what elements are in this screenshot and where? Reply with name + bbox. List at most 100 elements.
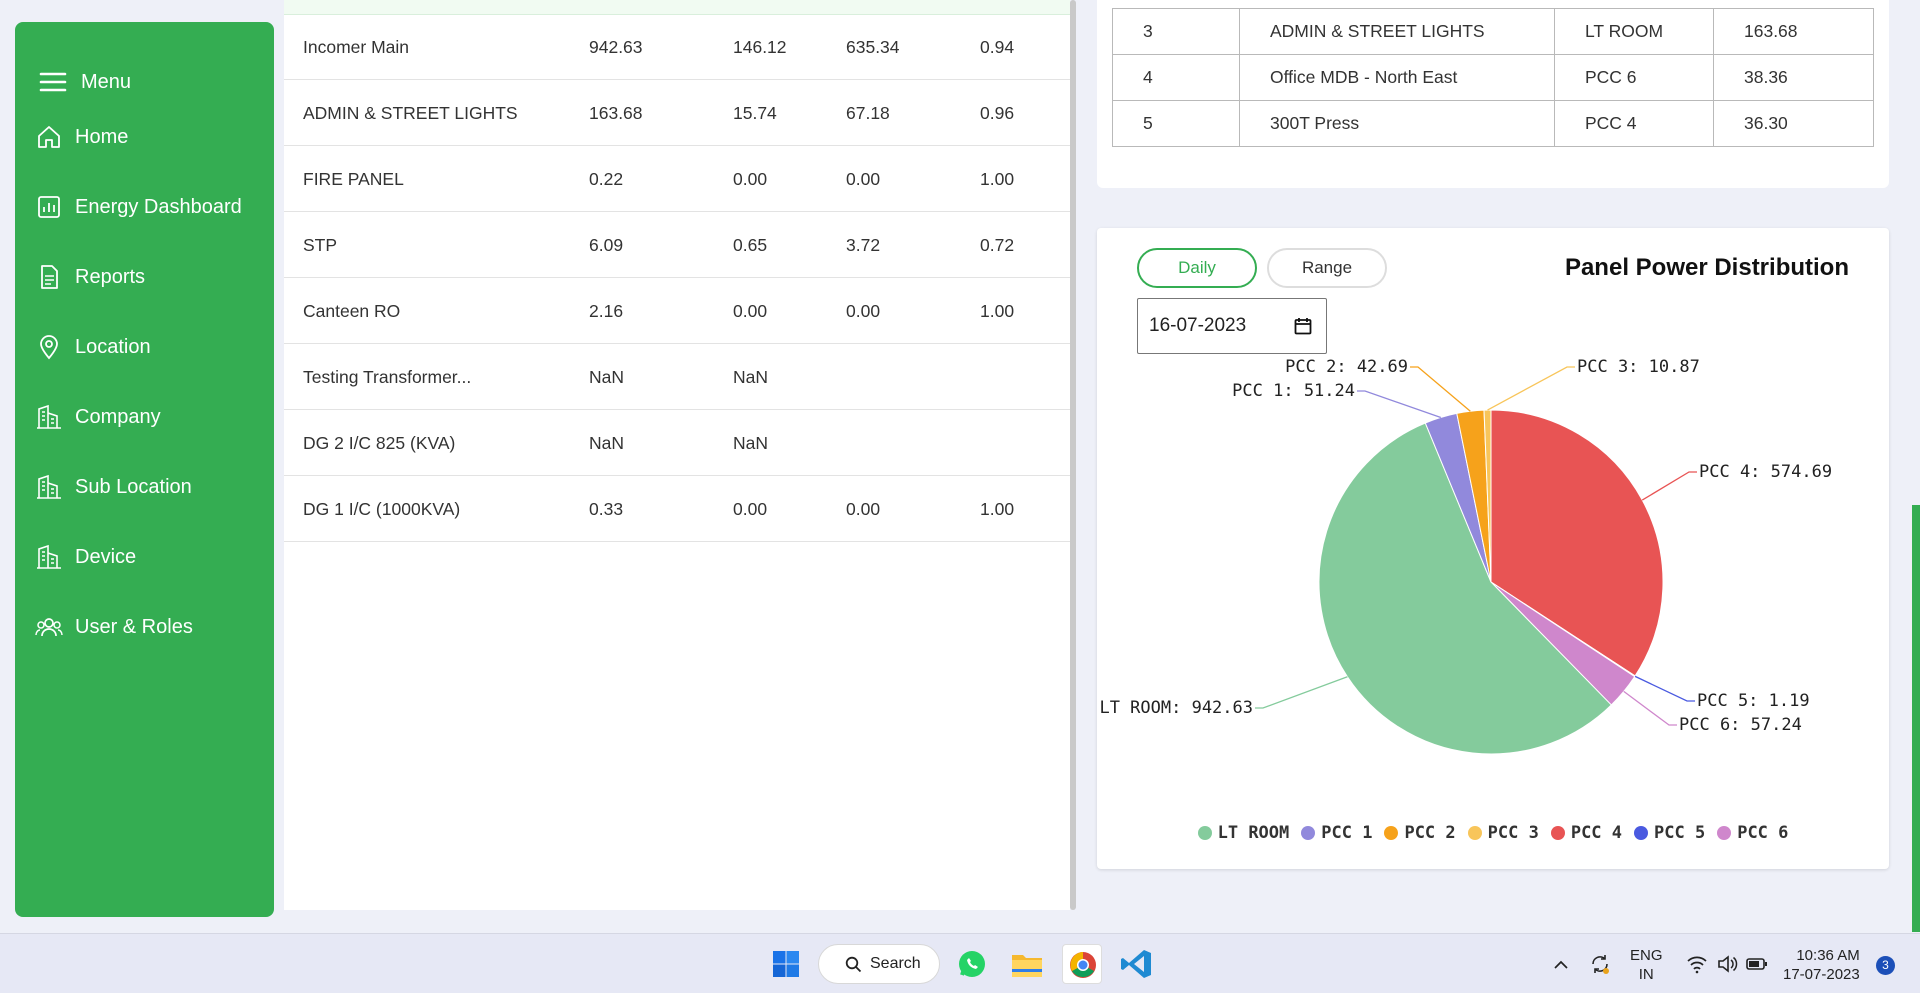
- legend-item[interactable]: PCC 1: [1301, 823, 1372, 843]
- table-cell: 0.96: [980, 103, 1015, 123]
- legend-item[interactable]: PCC 6: [1717, 823, 1788, 843]
- date-value: 16-07-2023: [1149, 315, 1247, 336]
- sidebar-item-home[interactable]: Home: [35, 117, 128, 157]
- table-row[interactable]: STP 6.09 0.65 3.72 0.72: [284, 212, 1070, 278]
- table-cell: 0.22: [589, 169, 624, 189]
- windows-start-icon[interactable]: [766, 944, 806, 984]
- language-indicator[interactable]: ENG IN: [1630, 946, 1663, 993]
- table-cell: 146.12: [733, 37, 787, 57]
- table-cell: 3: [1112, 8, 1240, 55]
- table-cell: Office MDB - North East: [1239, 54, 1555, 101]
- legend-item[interactable]: PCC 3: [1467, 823, 1539, 843]
- table-cell: 38.36: [1713, 54, 1874, 101]
- table-cell: DG 1 I/C (1000KVA): [303, 499, 461, 519]
- legend-item[interactable]: LT ROOM: [1197, 823, 1290, 843]
- legend-item[interactable]: PCC 5: [1634, 823, 1705, 843]
- vscode-icon[interactable]: [1117, 944, 1157, 984]
- table-row[interactable]: DG 2 I/C 825 (KVA) NaN NaN: [284, 410, 1070, 476]
- battery-icon[interactable]: [1746, 956, 1768, 972]
- page-scrollbar[interactable]: [1912, 505, 1920, 932]
- hamburger-icon: [39, 72, 67, 92]
- daily-button[interactable]: Daily: [1137, 248, 1257, 288]
- legend-swatch: [1550, 826, 1565, 840]
- slice-label: PCC 6: 57.24: [1679, 715, 1802, 735]
- sidebar-item-location[interactable]: Location: [35, 327, 151, 367]
- table-cell: NaN: [589, 367, 625, 387]
- legend-item[interactable]: PCC 4: [1550, 823, 1623, 843]
- table-cell: 67.18: [846, 103, 890, 123]
- table-row[interactable]: Incomer Main 942.63 146.12 635.34 0.94: [284, 14, 1070, 80]
- menu-toggle[interactable]: Menu: [39, 48, 131, 116]
- table-cell: NaN: [589, 433, 625, 453]
- sidebar-item-label: Reports: [75, 265, 146, 288]
- volume-icon[interactable]: [1716, 954, 1738, 974]
- menu-label: Menu: [81, 70, 132, 93]
- table-row[interactable]: FIRE PANEL 0.22 0.00 0.00 1.00: [284, 146, 1070, 212]
- slice-label: PCC 3: 10.87: [1577, 357, 1700, 377]
- slice-label: PCC 1: 51.24: [1232, 381, 1355, 401]
- table-row[interactable]: Testing Transformer... NaN NaN: [284, 344, 1070, 410]
- slice-leader-line: [1357, 390, 1442, 419]
- chrome-taskbar-button[interactable]: [1062, 944, 1102, 984]
- table-scrollbar[interactable]: [1070, 0, 1076, 910]
- legend-label: PCC 5: [1654, 823, 1706, 843]
- clock-time: 10:36 AM: [1796, 947, 1860, 964]
- table-row[interactable]: DG 1 I/C (1000KVA) 0.33 0.00 0.00 1.00: [284, 476, 1070, 542]
- sidebar-item-energy-dashboard[interactable]: Energy Dashboard: [35, 187, 242, 227]
- buildings-icon: [37, 404, 61, 429]
- sidebar-item-reports[interactable]: Reports: [35, 257, 145, 297]
- table-cell: PCC 4: [1554, 100, 1714, 147]
- date-input[interactable]: 16-07-2023: [1137, 298, 1327, 354]
- table-cell: Testing Transformer...: [303, 367, 472, 387]
- lang-line2: IN: [1638, 966, 1654, 983]
- legend-label: LT ROOM: [1217, 823, 1290, 843]
- legend-label: PCC 1: [1321, 823, 1373, 843]
- taskbar-search[interactable]: Search: [818, 944, 940, 984]
- file-explorer-icon[interactable]: [1007, 944, 1047, 984]
- table-cell: 0.72: [980, 235, 1015, 255]
- table-cell: 6.09: [589, 235, 624, 255]
- table-cell: PCC 6: [1554, 54, 1714, 101]
- sidebar-item-user-roles[interactable]: User & Roles: [35, 607, 193, 647]
- sidebar-item-label: Device: [75, 545, 137, 568]
- table-cell: LT ROOM: [1554, 8, 1714, 55]
- sidebar-item-sub-location[interactable]: Sub Location: [35, 467, 192, 507]
- slice-leader-line: [1487, 366, 1575, 411]
- table-cell: ADMIN & STREET LIGHTS: [1239, 8, 1555, 55]
- table-cell: 0.65: [733, 235, 768, 255]
- table-cell: 635.34: [846, 37, 900, 57]
- table-row[interactable]: 3 ADMIN & STREET LIGHTS LT ROOM 163.68: [1112, 8, 1874, 55]
- home-icon: [38, 126, 60, 148]
- whatsapp-icon[interactable]: [952, 944, 992, 984]
- chart-legend: LT ROOM PCC 1 PCC 2 PCC 3 PCC 4 PCC 5 PCC 6: [1097, 823, 1889, 843]
- sidebar: Menu Home Energy Dashboard Reports Locat…: [15, 22, 274, 917]
- search-icon: [845, 956, 862, 972]
- taskbar-clock[interactable]: 10:36 AM 17-07-2023: [1783, 946, 1860, 993]
- table-row[interactable]: 5 300T Press PCC 4 36.30: [1112, 100, 1874, 147]
- top-consumers-table: 3 ADMIN & STREET LIGHTS LT ROOM 163.68 4 Offi…: [1112, 8, 1874, 147]
- legend-label: PCC 2: [1404, 823, 1456, 843]
- sidebar-item-company[interactable]: Company: [35, 397, 161, 437]
- sidebar-item-label: User & Roles: [75, 615, 193, 638]
- table-cell: 0.00: [846, 169, 881, 189]
- sidebar-item-label: Sub Location: [75, 475, 192, 498]
- legend-swatch: [1634, 826, 1649, 840]
- legend-label: PCC 4: [1570, 823, 1623, 843]
- sync-icon[interactable]: [1588, 952, 1612, 976]
- legend-item[interactable]: PCC 2: [1384, 823, 1456, 843]
- legend-swatch: [1467, 826, 1482, 840]
- chevron-up-icon[interactable]: [1552, 956, 1570, 974]
- calendar-icon[interactable]: [1294, 317, 1312, 335]
- table-row[interactable]: 4 Office MDB - North East PCC 6 38.36: [1112, 54, 1874, 101]
- table-row[interactable]: ADMIN & STREET LIGHTS 163.68 15.74 67.18 0.9…: [284, 80, 1070, 146]
- table-row[interactable]: Canteen RO 2.16 0.00 0.00 1.00: [284, 278, 1070, 344]
- wifi-icon[interactable]: [1686, 954, 1708, 974]
- notification-badge[interactable]: 3: [1876, 956, 1895, 975]
- sidebar-item-device[interactable]: Device: [35, 537, 136, 577]
- legend-swatch: [1301, 826, 1316, 840]
- range-button[interactable]: Range: [1267, 248, 1387, 288]
- users-icon: [35, 618, 63, 637]
- table-cell: 0.00: [733, 169, 768, 189]
- clock-date: 17-07-2023: [1783, 966, 1860, 983]
- document-icon: [41, 265, 58, 289]
